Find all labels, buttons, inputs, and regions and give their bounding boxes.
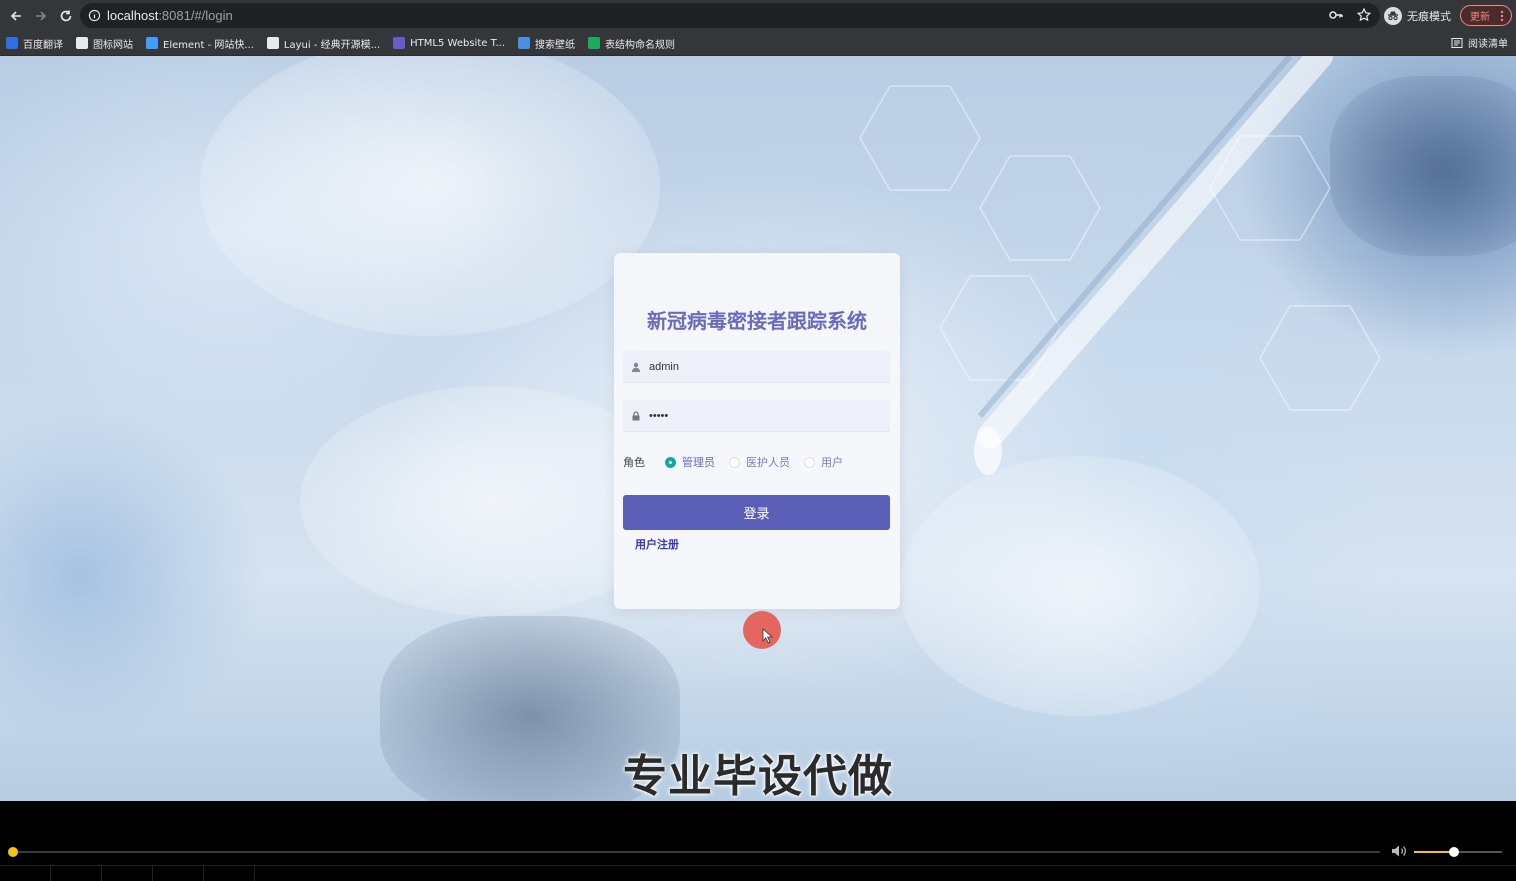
bookmark-label: Element - 网站快... (163, 39, 254, 51)
role-admin-label[interactable]: 管理员 (682, 454, 715, 470)
password-input[interactable] (649, 409, 869, 422)
video-player-controls (0, 801, 1516, 881)
reload-icon (60, 10, 72, 21)
bookmark-label: HTML5 Website T... (410, 37, 506, 49)
address-bar[interactable]: localhost:8081/#/login (80, 3, 1380, 28)
bookmark-label: 图标网站 (93, 39, 133, 51)
role-radio-medical[interactable]: 医护人员 (729, 454, 790, 470)
radio-checked-icon[interactable] (665, 456, 676, 468)
role-selector: 角色 管理员 医护人员 用户 (623, 454, 857, 470)
incognito-indicator[interactable]: 无痕模式 (1384, 5, 1451, 26)
volume-icon[interactable] (1391, 844, 1407, 858)
update-label: 更新 (1470, 12, 1490, 23)
lock-icon (632, 410, 640, 420)
reading-list-button[interactable]: 阅读清单 (1451, 35, 1508, 50)
update-button[interactable]: 更新 (1460, 5, 1512, 26)
bookmark-item[interactable]: Element - 网站快... (146, 36, 254, 51)
bookmark-item[interactable]: 图标网站 (76, 36, 133, 51)
bookmark-favicon-icon (76, 37, 88, 49)
bookmark-favicon-icon (393, 37, 406, 49)
bookmark-item[interactable]: 表结构命名规则 (588, 36, 675, 51)
bookmarks-bar: 百度翻译 图标网站 Element - 网站快... Layui - 经典开源模...… (0, 31, 1516, 56)
volume-handle[interactable] (1448, 847, 1459, 857)
star-icon[interactable] (1356, 7, 1372, 23)
system-title: 新冠病毒密接者跟踪系统 (647, 309, 867, 333)
bookmark-label: 百度翻译 (23, 39, 63, 51)
volume-fill (1414, 851, 1454, 853)
user-icon (632, 362, 640, 372)
mouse-cursor-icon (762, 628, 774, 644)
role-radio-user[interactable]: 用户 (804, 454, 843, 470)
url-path: :8081/#/login (158, 8, 233, 23)
radio-unchecked-icon[interactable] (729, 456, 740, 468)
reading-list-icon (1451, 37, 1463, 48)
bookmark-favicon-icon (146, 37, 158, 49)
info-icon[interactable] (88, 9, 101, 22)
browser-toolbar: localhost:8081/#/login 无痕模式 更新 (0, 0, 1516, 31)
url-host: localhost (107, 8, 159, 23)
username-input[interactable] (649, 360, 869, 373)
incognito-label: 无痕模式 (1407, 9, 1451, 23)
url-text[interactable]: localhost:8081/#/login (107, 8, 233, 23)
bookmark-label: 表结构命名规则 (605, 39, 676, 51)
role-user-label[interactable]: 用户 (821, 454, 843, 470)
bookmark-label: Layui - 经典开源模... (283, 39, 381, 51)
role-label: 角色 (623, 456, 645, 469)
key-icon[interactable] (1328, 7, 1344, 23)
bookmark-favicon-icon (6, 37, 18, 49)
bookmark-label: 搜索壁纸 (535, 39, 576, 51)
username-field[interactable] (623, 351, 890, 383)
password-field[interactable] (623, 400, 890, 432)
video-caption: 专业毕设代做 (623, 751, 893, 801)
login-card: 新冠病毒密接者跟踪系统 角色 管理员 医护人员 用户 登录 用 (614, 253, 900, 609)
player-bottom-strip (0, 865, 1516, 881)
login-button[interactable]: 登录 (623, 495, 890, 530)
bookmark-item[interactable]: 百度翻译 (6, 36, 63, 51)
arrow-right-icon (36, 10, 47, 21)
seek-bar[interactable] (8, 847, 1380, 857)
bookmark-favicon-icon (518, 37, 531, 49)
bookmark-item[interactable]: 搜索壁纸 (518, 36, 575, 51)
incognito-icon (1384, 6, 1402, 25)
login-page-background: 新冠病毒密接者跟踪系统 角色 管理员 医护人员 用户 登录 用 (0, 56, 1516, 801)
glove-highlight (200, 56, 660, 336)
role-radio-admin[interactable]: 管理员 (665, 454, 715, 470)
radio-unchecked-icon[interactable] (804, 456, 815, 468)
role-medical-label[interactable]: 医护人员 (746, 454, 790, 470)
seek-handle[interactable] (8, 847, 18, 857)
arrow-left-icon (10, 10, 21, 21)
pipette-shape (974, 56, 1333, 475)
more-vert-icon (1500, 10, 1504, 21)
volume-slider[interactable] (1414, 847, 1502, 857)
bookmark-item[interactable]: HTML5 Website T... (393, 37, 505, 49)
bookmark-item[interactable]: Layui - 经典开源模... (266, 36, 381, 51)
reload-button[interactable] (54, 4, 78, 28)
reading-list-label: 阅读清单 (1468, 39, 1508, 50)
register-link[interactable]: 用户注册 (635, 536, 679, 552)
bookmark-favicon-icon (266, 37, 279, 49)
forward-button[interactable] (29, 4, 53, 28)
bookmark-favicon-icon (588, 37, 601, 49)
back-button[interactable] (4, 4, 28, 28)
